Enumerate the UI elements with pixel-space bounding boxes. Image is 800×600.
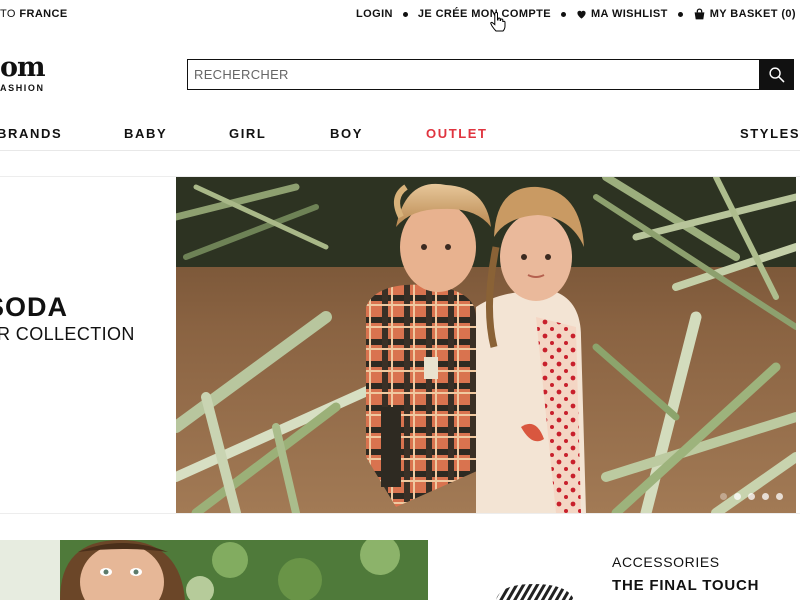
nav-boy[interactable]: BOY	[330, 126, 363, 141]
site-logo[interactable]: om ASHION	[0, 54, 60, 94]
nav-brands[interactable]: BRANDS	[0, 126, 62, 141]
carousel-dots	[720, 493, 790, 500]
promo-kicker: ACCESSORIES	[612, 554, 720, 570]
utility-links: LOGIN JE CRÉE MON COMPTE MA WISHLIST MY …	[356, 8, 796, 20]
heart-icon	[577, 10, 586, 19]
separator-dot	[677, 11, 683, 17]
wishlist-link[interactable]: MA WISHLIST	[576, 8, 668, 20]
wishlist-label: MA WISHLIST	[590, 8, 668, 20]
shipping-prefix: TO	[0, 8, 16, 20]
carousel-dot-1[interactable]	[720, 493, 727, 500]
search-button[interactable]	[759, 60, 793, 89]
logo-wordmark: om	[0, 52, 46, 83]
promo-image-girl[interactable]	[0, 540, 428, 600]
separator-dot	[560, 11, 566, 17]
main-nav: BRANDS BABY GIRL BOY OUTLET STYLES	[0, 118, 800, 150]
hero-subtitle: R COLLECTION	[0, 324, 135, 344]
nav-styles[interactable]: STYLES	[740, 126, 800, 141]
create-account-link[interactable]: JE CRÉE MON COMPTE	[418, 8, 551, 20]
promo-photo	[0, 540, 428, 600]
logo-tagline: ASHION	[0, 83, 45, 93]
shipping-country[interactable]: TO FRANCE	[0, 8, 68, 20]
carousel-dot-5[interactable]	[776, 493, 783, 500]
hand-cursor-icon	[490, 12, 506, 32]
hero-banner-image[interactable]	[176, 177, 796, 513]
hat-product-image[interactable]	[490, 580, 580, 600]
hero-title: SODA	[0, 292, 69, 322]
search-icon	[768, 67, 784, 83]
top-bar: TO FRANCE LOGIN JE CRÉE MON COMPTE MA WI…	[0, 0, 800, 28]
basket-link[interactable]: MY BASKET (0)	[693, 8, 796, 20]
carousel-dot-2[interactable]	[734, 493, 741, 500]
nav-outlet[interactable]: OUTLET	[426, 126, 488, 141]
nav-girl[interactable]: GIRL	[229, 126, 266, 141]
carousel-dot-3[interactable]	[748, 493, 755, 500]
nav-divider	[0, 150, 800, 151]
nav-baby[interactable]: BABY	[124, 126, 167, 141]
shipping-country-value[interactable]: FRANCE	[19, 8, 67, 20]
login-link[interactable]: LOGIN	[356, 8, 393, 20]
hero-photo	[176, 177, 796, 513]
promo-title[interactable]: THE FINAL TOUCH	[612, 577, 759, 594]
basket-icon	[694, 8, 705, 20]
basket-label: MY BASKET (0)	[709, 8, 796, 20]
search-input[interactable]	[188, 60, 759, 89]
hero-divider	[0, 513, 800, 514]
search-bar	[187, 59, 794, 90]
carousel-dot-4[interactable]	[762, 493, 769, 500]
separator-dot	[402, 11, 408, 17]
